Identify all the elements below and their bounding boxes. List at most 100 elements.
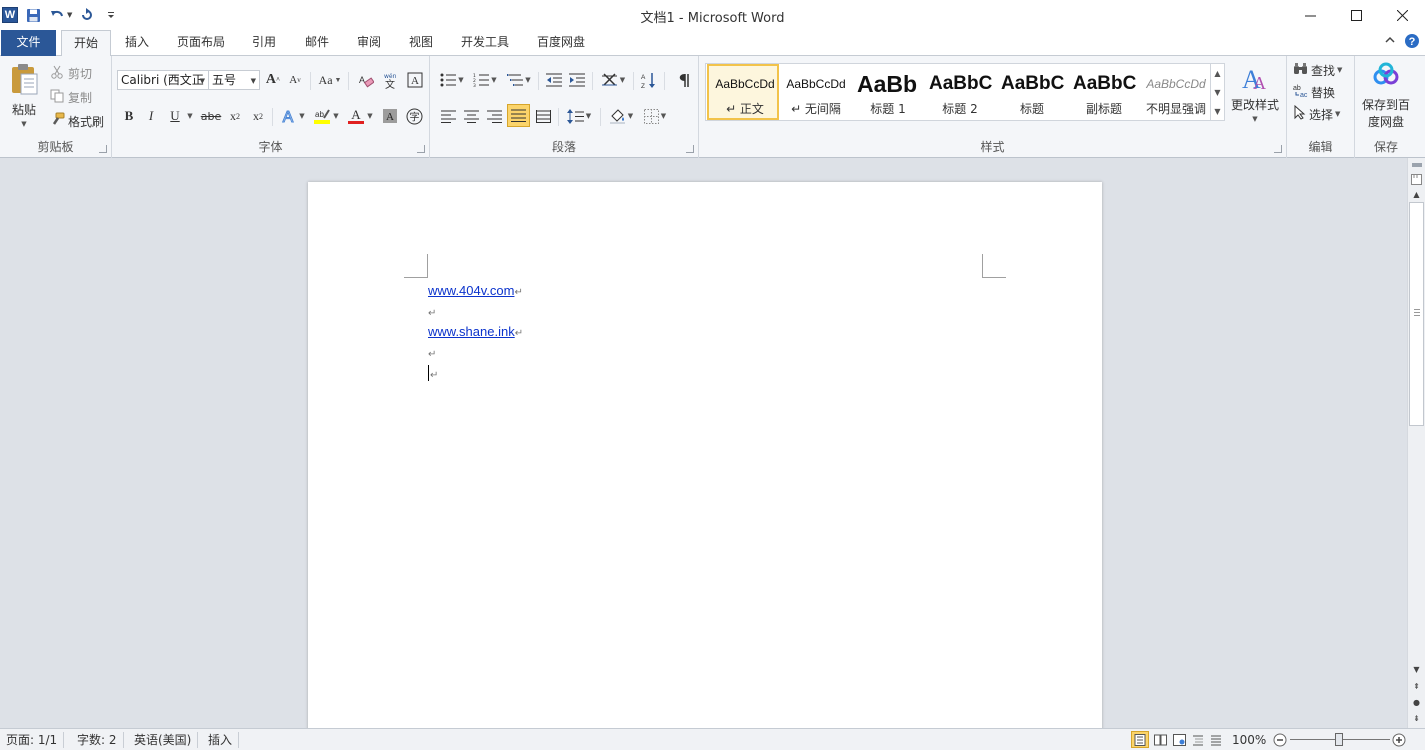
full-screen-reading-view-icon[interactable] bbox=[1151, 731, 1169, 748]
clear-formatting-icon[interactable]: A bbox=[356, 70, 376, 90]
increase-indent-icon[interactable] bbox=[567, 70, 587, 90]
shading-button[interactable]: ▼ bbox=[606, 106, 636, 126]
font-size-dropdown-icon[interactable]: ▼ bbox=[251, 73, 256, 89]
help-icon[interactable]: ? bbox=[1404, 33, 1420, 52]
font-size-combo[interactable]: 五号 ▼ bbox=[208, 70, 260, 90]
tab-page-layout[interactable]: 页面布局 bbox=[168, 30, 234, 56]
tab-file[interactable]: 文件 bbox=[1, 30, 56, 56]
style-heading-2[interactable]: AaBbC 标题 2 bbox=[924, 64, 996, 120]
change-case-button[interactable]: Aa ▼ bbox=[317, 70, 343, 90]
next-page-icon[interactable]: ⇟ bbox=[1408, 711, 1425, 726]
zoom-level[interactable]: 100% bbox=[1232, 732, 1266, 748]
enclose-characters-icon[interactable]: 字 bbox=[404, 106, 424, 126]
style-normal[interactable]: AaBbCcDd ↵ 正文 bbox=[707, 64, 779, 120]
gallery-scroll-up-icon[interactable]: ▲ bbox=[1210, 64, 1224, 83]
scroll-up-icon[interactable]: ▲ bbox=[1408, 187, 1425, 202]
status-word-count[interactable]: 字数: 2 bbox=[71, 732, 124, 748]
tab-home[interactable]: 开始 bbox=[61, 30, 111, 57]
style-subtitle[interactable]: AaBbC 副标题 bbox=[1068, 64, 1140, 120]
status-page[interactable]: 页面: 1/1 bbox=[0, 732, 65, 748]
gallery-scroll-down-icon[interactable]: ▼ bbox=[1210, 83, 1224, 102]
split-box-icon[interactable] bbox=[1408, 158, 1425, 172]
close-button[interactable] bbox=[1379, 0, 1425, 30]
document-page[interactable]: www.404v.com↵ ↵ www.shane.ink↵ ↵ ↵ bbox=[308, 182, 1102, 728]
style-no-spacing[interactable]: AaBbCcDd ↵ 无间隔 bbox=[780, 64, 852, 120]
tab-references[interactable]: 引用 bbox=[243, 30, 285, 56]
hyperlink-shane[interactable]: www.shane.ink bbox=[428, 324, 515, 339]
multilevel-list-button[interactable]: ▼ bbox=[504, 70, 534, 90]
replace-button[interactable]: ab ac 替换 bbox=[1293, 83, 1335, 101]
select-button[interactable]: 选择 ▼ bbox=[1293, 104, 1340, 123]
zoom-slider-thumb[interactable] bbox=[1335, 733, 1343, 746]
underline-dropdown-icon[interactable]: ▼ bbox=[184, 106, 194, 126]
chinese-layout-button[interactable]: ▼ bbox=[598, 70, 628, 90]
zoom-out-icon[interactable] bbox=[1271, 731, 1289, 748]
tab-mailings[interactable]: 邮件 bbox=[296, 30, 338, 56]
print-layout-view-icon[interactable] bbox=[1131, 731, 1149, 748]
copy-button[interactable]: 复制 bbox=[50, 88, 92, 106]
bold-button[interactable]: B bbox=[120, 106, 138, 126]
justify-icon[interactable] bbox=[507, 104, 530, 127]
previous-page-icon[interactable]: ⇞ bbox=[1408, 679, 1425, 694]
distributed-icon[interactable] bbox=[533, 106, 553, 126]
tab-view[interactable]: 视图 bbox=[400, 30, 442, 56]
scrollbar-thumb[interactable] bbox=[1409, 202, 1424, 426]
gallery-more-icon[interactable]: ▼ bbox=[1210, 102, 1224, 121]
outline-view-icon[interactable] bbox=[1189, 731, 1207, 748]
sort-icon[interactable]: AZ bbox=[639, 70, 659, 90]
style-title[interactable]: AaBbC 标题 bbox=[996, 64, 1068, 120]
font-dialog-launcher[interactable] bbox=[417, 145, 425, 153]
italic-button[interactable]: I bbox=[142, 106, 160, 126]
styles-dialog-launcher[interactable] bbox=[1274, 145, 1282, 153]
change-styles-button[interactable]: AA 更改样式 ▼ bbox=[1229, 62, 1281, 132]
numbering-button[interactable]: 1 2 3 ▼ bbox=[470, 70, 500, 90]
scroll-down-icon[interactable]: ▼ bbox=[1408, 662, 1425, 677]
paragraph-2[interactable]: ↵ bbox=[428, 304, 436, 319]
line-spacing-button[interactable]: ▼ bbox=[564, 106, 594, 126]
web-layout-view-icon[interactable] bbox=[1170, 731, 1188, 748]
character-border-icon[interactable]: A bbox=[405, 70, 425, 90]
phonetic-guide-icon[interactable]: wén 文 bbox=[381, 70, 401, 90]
font-name-combo[interactable]: Calibri (西文正 ▼ bbox=[117, 70, 209, 90]
align-center-icon[interactable] bbox=[461, 106, 481, 126]
style-heading-1[interactable]: AaBb 标题 1 bbox=[852, 64, 924, 120]
zoom-in-icon[interactable] bbox=[1390, 731, 1408, 748]
paragraph-5[interactable]: ↵ bbox=[428, 365, 438, 381]
shrink-font-button[interactable]: Av bbox=[286, 70, 304, 90]
underline-button[interactable]: U bbox=[166, 106, 184, 126]
maximize-button[interactable] bbox=[1333, 0, 1379, 30]
character-shading-icon[interactable]: A bbox=[380, 106, 400, 126]
subscript-button[interactable]: x2 bbox=[226, 106, 244, 126]
decrease-indent-icon[interactable] bbox=[544, 70, 564, 90]
draft-view-icon[interactable] bbox=[1207, 731, 1225, 748]
paragraph-dialog-launcher[interactable] bbox=[686, 145, 694, 153]
vertical-scrollbar[interactable]: ▲ ▼ ⇞ ● ⇟ bbox=[1407, 158, 1425, 728]
format-painter-button[interactable]: 格式刷 bbox=[50, 112, 104, 130]
select-browse-object-icon[interactable]: ● bbox=[1408, 695, 1425, 710]
bullets-button[interactable]: ▼ bbox=[438, 70, 466, 90]
tab-review[interactable]: 审阅 bbox=[348, 30, 390, 56]
style-subtle-emphasis[interactable]: AaBbCcDd 不明显强调 bbox=[1140, 64, 1212, 120]
ruler-toggle-icon[interactable] bbox=[1408, 172, 1425, 187]
cut-button[interactable]: 剪切 bbox=[50, 64, 92, 82]
font-name-dropdown-icon[interactable]: ▼ bbox=[200, 73, 205, 89]
clipboard-dialog-launcher[interactable] bbox=[99, 145, 107, 153]
minimize-ribbon-icon[interactable] bbox=[1384, 34, 1396, 49]
paragraph-1[interactable]: www.404v.com↵ bbox=[428, 283, 523, 298]
show-hide-marks-icon[interactable] bbox=[673, 70, 693, 90]
tab-developer[interactable]: 开发工具 bbox=[452, 30, 518, 56]
paragraph-3[interactable]: www.shane.ink↵ bbox=[428, 324, 523, 339]
paste-button[interactable]: 粘贴 ▼ bbox=[4, 60, 44, 130]
paragraph-4[interactable]: ↵ bbox=[428, 345, 436, 360]
save-to-baidu-button[interactable]: 保存到百 度网盘 bbox=[1357, 62, 1415, 132]
align-left-icon[interactable] bbox=[438, 106, 458, 126]
status-insert-mode[interactable]: 插入 bbox=[202, 732, 240, 748]
tab-baidu-netdisk[interactable]: 百度网盘 bbox=[528, 30, 594, 56]
find-button[interactable]: 查找 ▼ bbox=[1293, 61, 1342, 79]
status-language[interactable]: 英语(美国) bbox=[128, 732, 199, 748]
minimize-button[interactable] bbox=[1287, 0, 1333, 30]
hyperlink-404v[interactable]: www.404v.com bbox=[428, 283, 514, 298]
grow-font-button[interactable]: A ^ bbox=[264, 70, 282, 90]
text-effects-button[interactable]: A ▼ bbox=[278, 106, 306, 126]
tab-insert[interactable]: 插入 bbox=[116, 30, 158, 56]
